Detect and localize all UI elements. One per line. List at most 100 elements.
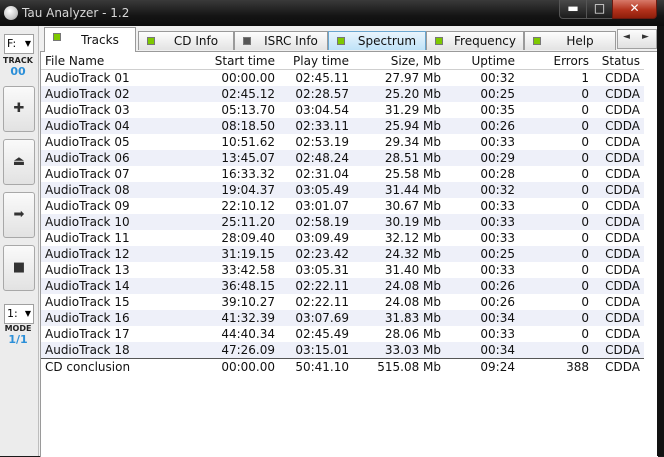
table-row[interactable]: AudioTrack 15 39:10.27 02:22.11 24.08 Mb 00:… xyxy=(41,294,644,310)
table-row[interactable]: AudioTrack 01 00:00.00 02:45.11 27.97 Mb 00:… xyxy=(41,70,644,87)
cell-start-time: 08:18.50 xyxy=(199,118,279,134)
table-row[interactable]: AudioTrack 11 28:09.40 03:09.49 32.12 Mb 00:… xyxy=(41,230,644,246)
cell-file-name: AudioTrack 02 xyxy=(41,86,199,102)
chevron-down-icon: ▼ xyxy=(24,39,31,48)
play-button[interactable]: ➡ xyxy=(3,192,35,238)
tab-frequency[interactable]: Frequency xyxy=(426,31,524,50)
table-row[interactable]: AudioTrack 18 47:26.09 03:15.01 33.03 Mb 00:… xyxy=(41,342,644,359)
cell-play-time: 02:48.24 xyxy=(279,150,353,166)
minimize-button[interactable]: ▬ xyxy=(559,0,587,19)
tab-label: Help xyxy=(566,34,594,48)
cell-play-time: 02:58.19 xyxy=(279,214,353,230)
cell-status: CDDA xyxy=(593,150,644,166)
cell-file-name: AudioTrack 05 xyxy=(45,135,130,149)
app-icon[interactable] xyxy=(4,6,18,20)
tracks-list: File Name Start time Play time Size, Mb … xyxy=(40,51,658,457)
add-button[interactable]: ✚ xyxy=(3,86,35,132)
title-bar[interactable]: Tau Analyzer - 1.2 ▬ □ ✕ xyxy=(0,0,664,26)
cell-play-time: 03:04.54 xyxy=(295,103,349,117)
scroll-left-icon[interactable]: ◄ xyxy=(623,32,630,42)
column-header-start-time[interactable]: Start time xyxy=(199,52,279,70)
column-header-size[interactable]: Size, Mb xyxy=(353,52,445,70)
tab-isrc-info[interactable]: ISRC Info xyxy=(234,31,328,50)
cell-uptime: 00:32 xyxy=(445,182,519,198)
cell-uptime: 09:24 xyxy=(445,358,519,375)
status-indicator-icon xyxy=(243,37,251,45)
cell-size: 29.34 Mb xyxy=(384,135,441,149)
conclusion-row[interactable]: CD conclusion 00:00.00 50:41.10 515.08 Mb 09… xyxy=(41,358,644,375)
table-row[interactable]: AudioTrack 17 44:40.34 02:45.49 28.06 Mb 00:… xyxy=(41,326,644,342)
tab-spectrum[interactable]: Spectrum xyxy=(328,31,426,50)
table-row[interactable]: AudioTrack 10 25:11.20 02:58.19 30.19 Mb 00:… xyxy=(41,214,644,230)
cell-start-time: 33:42.58 xyxy=(221,263,275,277)
eject-button[interactable]: ⏏ xyxy=(3,139,35,185)
cell-uptime: 00:33 xyxy=(480,263,515,277)
close-button[interactable]: ✕ xyxy=(612,0,657,19)
cell-file-name: AudioTrack 18 xyxy=(41,342,199,359)
column-header-play-time[interactable]: Play time xyxy=(279,52,353,70)
tab-label: Tracks xyxy=(81,33,119,47)
table-row[interactable]: AudioTrack 14 36:48.15 02:22.11 24.08 Mb 00:… xyxy=(41,278,644,294)
cell-errors: 0 xyxy=(581,295,589,309)
cell-errors: 0 xyxy=(519,342,593,359)
column-header-errors[interactable]: Errors xyxy=(519,52,593,70)
table-row[interactable]: AudioTrack 12 31:19.15 02:23.42 24.32 Mb 00:… xyxy=(41,246,644,262)
cell-errors: 0 xyxy=(519,86,593,102)
cell-play-time: 03:05.31 xyxy=(295,263,349,277)
cell-file-name: AudioTrack 10 xyxy=(41,214,199,230)
cell-play-time: 03:01.07 xyxy=(295,199,349,213)
cell-size: 24.32 Mb xyxy=(353,246,445,262)
table-row[interactable]: AudioTrack 13 33:42.58 03:05.31 31.40 Mb 00:… xyxy=(41,262,644,278)
cell-errors: 1 xyxy=(581,71,589,85)
cell-uptime: 00:28 xyxy=(480,167,515,181)
tab-cd-info[interactable]: CD Info xyxy=(138,31,234,50)
cell-size: 24.08 Mb xyxy=(384,295,441,309)
cell-play-time: 50:41.10 xyxy=(279,358,353,375)
app-window: Tau Analyzer - 1.2 ▬ □ ✕ F: ▼ TRACK 00 ✚… xyxy=(0,0,664,457)
cell-start-time: 22:10.12 xyxy=(221,199,275,213)
cell-uptime: 00:33 xyxy=(480,327,515,341)
column-header-uptime[interactable]: Uptime xyxy=(445,52,519,70)
cell-uptime: 00:33 xyxy=(480,135,515,149)
cell-errors: 0 xyxy=(581,167,589,181)
table-header-row: File Name Start time Play time Size, Mb … xyxy=(41,52,644,70)
table-row[interactable]: AudioTrack 07 16:33.32 02:31.04 25.58 Mb 00:… xyxy=(41,166,644,182)
tab-strip: Tracks CD Info ISRC Info Spectrum Freque… xyxy=(40,26,657,52)
drive-select[interactable]: F: ▼ xyxy=(4,34,34,54)
table-row[interactable]: AudioTrack 09 22:10.12 03:01.07 30.67 Mb 00:… xyxy=(41,198,644,214)
maximize-button[interactable]: □ xyxy=(586,0,613,19)
cell-file-name: AudioTrack 12 xyxy=(41,246,199,262)
table-row[interactable]: AudioTrack 04 08:18.50 02:33.11 25.94 Mb 00:… xyxy=(41,118,644,134)
column-header-status[interactable]: Status xyxy=(593,52,644,70)
cell-status: CDDA xyxy=(605,199,640,213)
tracks-table: File Name Start time Play time Size, Mb … xyxy=(41,52,644,375)
stop-button[interactable]: ■ xyxy=(3,245,35,291)
cell-size: 27.97 Mb xyxy=(384,71,441,85)
tab-tracks[interactable]: Tracks xyxy=(44,27,136,52)
tab-help[interactable]: Help xyxy=(524,31,616,50)
status-indicator-icon xyxy=(147,37,155,45)
column-header-file-name[interactable]: File Name xyxy=(41,52,199,70)
table-row[interactable]: AudioTrack 08 19:04.37 03:05.49 31.44 Mb 00:… xyxy=(41,182,644,198)
cell-play-time: 02:31.04 xyxy=(295,167,349,181)
cell-status: CDDA xyxy=(593,86,644,102)
table-row[interactable]: AudioTrack 02 02:45.12 02:28.57 25.20 Mb 00:… xyxy=(41,86,644,102)
cell-uptime: 00:26 xyxy=(445,278,519,294)
table-row[interactable]: AudioTrack 05 10:51.62 02:53.19 29.34 Mb 00:… xyxy=(41,134,644,150)
cell-file-name: AudioTrack 03 xyxy=(45,103,130,117)
table-row[interactable]: AudioTrack 16 41:32.39 03:07.69 31.83 Mb 00:… xyxy=(41,310,644,326)
cell-status: CDDA xyxy=(593,246,644,262)
tab-label: Frequency xyxy=(454,34,516,48)
cell-errors: 0 xyxy=(519,150,593,166)
table-row[interactable]: AudioTrack 06 13:45.07 02:48.24 28.51 Mb 00:… xyxy=(41,150,644,166)
cell-start-time: 02:45.12 xyxy=(199,86,279,102)
chevron-down-icon: ▼ xyxy=(24,309,31,318)
cell-status: CDDA xyxy=(605,327,640,341)
cell-size: 33.03 Mb xyxy=(353,342,445,359)
cell-uptime: 00:34 xyxy=(445,310,519,326)
speed-select[interactable]: 1: ▼ xyxy=(4,304,34,324)
cell-file-name: CD conclusion xyxy=(41,358,199,375)
table-row[interactable]: AudioTrack 03 05:13.70 03:04.54 31.29 Mb 00:… xyxy=(41,102,644,118)
scroll-right-icon[interactable]: ► xyxy=(642,32,649,42)
mode-label: MODE xyxy=(4,324,32,333)
